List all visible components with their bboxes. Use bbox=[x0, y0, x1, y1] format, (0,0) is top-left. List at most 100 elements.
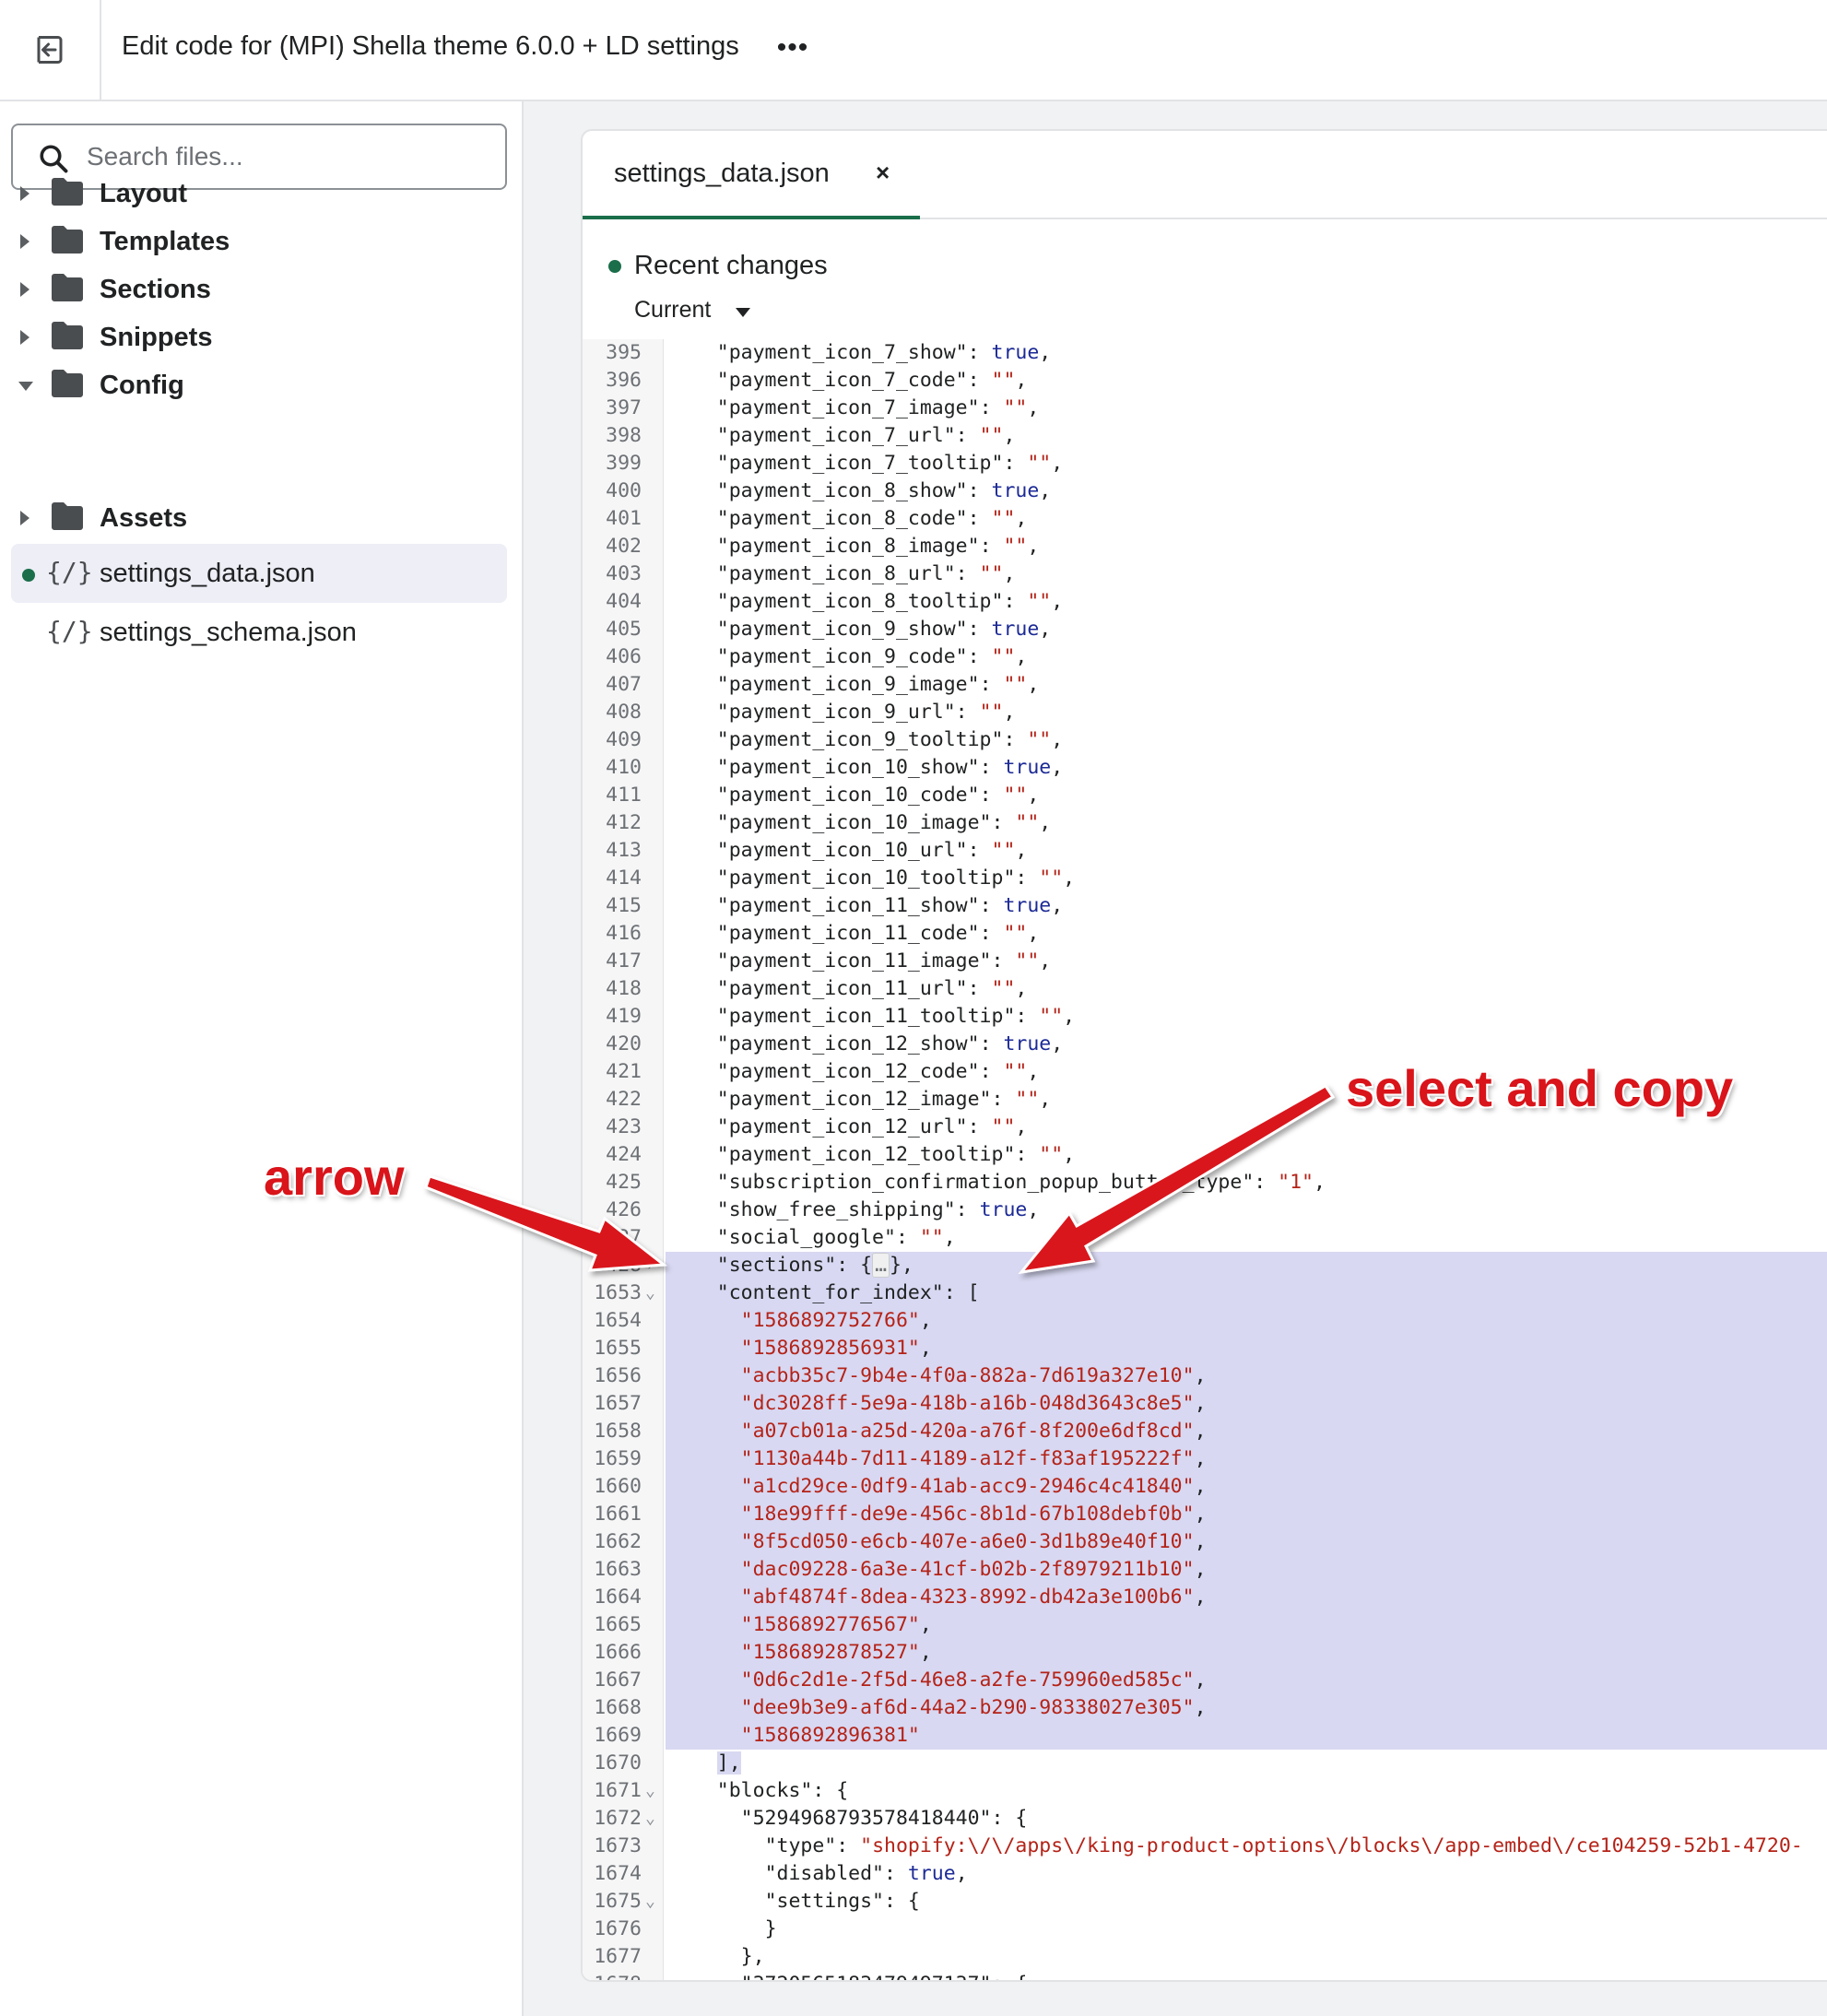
code-token: "subscription_confirmation_popup_button_… bbox=[716, 1171, 1255, 1194]
code-text: "type": "shopify:\/\/apps\/king-product-… bbox=[666, 1833, 1827, 1860]
code-token: , bbox=[919, 1309, 932, 1332]
code-token: true bbox=[1003, 1032, 1052, 1055]
code-token: , bbox=[1015, 977, 1028, 1000]
code-token: : bbox=[991, 811, 1016, 834]
line-number: 399 bbox=[606, 452, 642, 475]
code-token: ], bbox=[716, 1751, 741, 1774]
code-line: 404 "payment_icon_8_tooltip": "", bbox=[583, 588, 1827, 616]
code-line: 1657 "dc3028ff-5e9a-418b-a16b-048d3643c8… bbox=[583, 1390, 1827, 1418]
code-token: "payment_icon_12_show" bbox=[716, 1032, 980, 1055]
file-label: settings_data.json bbox=[100, 559, 315, 588]
code-text: "payment_icon_10_tooltip": "", bbox=[666, 865, 1827, 892]
code-token: : bbox=[955, 562, 980, 585]
code-token: : bbox=[1003, 452, 1028, 475]
exit-button[interactable] bbox=[0, 0, 101, 100]
folder-assets[interactable]: Assets bbox=[0, 490, 524, 546]
code-line: 1674 "disabled": true, bbox=[583, 1860, 1827, 1888]
fold-toggle-icon[interactable]: ⌄ bbox=[645, 1805, 662, 1833]
folder-config[interactable]: Config bbox=[0, 358, 524, 413]
fold-toggle-icon[interactable]: ⌄ bbox=[645, 1279, 662, 1307]
code-token: "shopify:\/\/apps\/king-product-options\… bbox=[860, 1834, 1803, 1857]
code-token: : bbox=[979, 535, 1004, 558]
code-token: true bbox=[1003, 756, 1052, 779]
file-item-settings-data-json[interactable]: {/} settings_data.json bbox=[11, 544, 507, 603]
code-line: 1669 "1586892896381" bbox=[583, 1722, 1827, 1750]
code-token: : { bbox=[884, 1890, 920, 1913]
code-token: , bbox=[1003, 701, 1016, 724]
folder-label: Assets bbox=[100, 503, 188, 533]
code-token: : bbox=[1254, 1171, 1279, 1194]
code-token: "1586892752766" bbox=[740, 1309, 920, 1332]
folder-label: Templates bbox=[100, 227, 230, 256]
line-number: 1674 bbox=[594, 1862, 642, 1885]
tab-settings-data[interactable]: settings_data.json × bbox=[583, 131, 920, 219]
code-line: 428 › "sections": {…}, bbox=[583, 1252, 1827, 1279]
code-file-icon: {/} bbox=[46, 616, 93, 646]
code-token: "payment_icon_11_image" bbox=[716, 949, 992, 973]
code-token: , bbox=[1027, 673, 1040, 696]
fold-toggle-icon[interactable]: › bbox=[645, 1252, 662, 1279]
code-token: "payment_icon_8_url" bbox=[716, 562, 956, 585]
code-text: "payment_icon_11_show": true, bbox=[666, 892, 1827, 920]
folder-snippets[interactable]: Snippets bbox=[0, 310, 524, 365]
code-token: , bbox=[1051, 894, 1064, 917]
code-token: , bbox=[1063, 867, 1076, 890]
code-token: , bbox=[1027, 396, 1040, 419]
fold-toggle-icon[interactable]: ⌄ bbox=[645, 1971, 662, 1980]
code-token: "" bbox=[1039, 1143, 1064, 1166]
chevron-down-icon bbox=[18, 382, 33, 391]
line-number: 405 bbox=[606, 618, 642, 641]
code-token: "" bbox=[1003, 1060, 1028, 1083]
code-token: "" bbox=[979, 701, 1004, 724]
line-number: 409 bbox=[606, 728, 642, 751]
code-token: "" bbox=[1003, 922, 1028, 945]
more-actions-button[interactable]: ••• bbox=[772, 28, 813, 68]
code-line: 1672 ⌄ "5294968793578418440": { bbox=[583, 1805, 1827, 1833]
code-line: 409 "payment_icon_9_tooltip": "", bbox=[583, 726, 1827, 754]
line-number: 1675 bbox=[594, 1890, 642, 1913]
file-item-settings-schema-json[interactable]: {/} settings_schema.json bbox=[0, 603, 524, 662]
code-text: "payment_icon_11_url": "", bbox=[666, 975, 1827, 1003]
code-token: "1" bbox=[1278, 1171, 1314, 1194]
code-token: "payment_icon_12_tooltip" bbox=[716, 1143, 1016, 1166]
code-text: "payment_icon_9_code": "", bbox=[666, 643, 1827, 671]
code-editor[interactable]: 395 "payment_icon_7_show": true, 396 "pay… bbox=[583, 339, 1827, 1980]
code-token: , bbox=[1027, 535, 1040, 558]
code-token: : bbox=[991, 1088, 1016, 1111]
code-token: true bbox=[991, 341, 1040, 364]
code-token: : bbox=[979, 894, 1004, 917]
folded-ellipsis[interactable]: … bbox=[872, 1253, 890, 1278]
fold-toggle-icon[interactable]: ⌄ bbox=[645, 1777, 662, 1805]
code-line: 407 "payment_icon_9_image": "", bbox=[583, 671, 1827, 699]
code-token: true bbox=[907, 1862, 956, 1885]
line-number: 411 bbox=[606, 784, 642, 807]
code-token: , bbox=[1051, 590, 1064, 613]
code-token: , bbox=[919, 1641, 932, 1664]
code-text: "payment_icon_11_image": "", bbox=[666, 948, 1827, 975]
close-tab-button[interactable]: × bbox=[876, 159, 890, 187]
line-number: 427 bbox=[606, 1226, 642, 1249]
code-token: "payment_icon_10_tooltip" bbox=[716, 867, 1016, 890]
code-text: "3720565183479497137": { bbox=[666, 1971, 1827, 1980]
code-token: "" bbox=[979, 424, 1004, 447]
code-token: "payment_icon_9_code" bbox=[716, 645, 968, 668]
code-text: "1586892856931", bbox=[666, 1335, 1827, 1362]
folder-layout[interactable]: Layout bbox=[0, 166, 524, 221]
code-line: 408 "payment_icon_9_url": "", bbox=[583, 699, 1827, 726]
code-text: "dc3028ff-5e9a-418b-a16b-048d3643c8e5", bbox=[666, 1390, 1827, 1418]
folder-sections[interactable]: Sections bbox=[0, 262, 524, 317]
line-number: 1663 bbox=[594, 1558, 642, 1581]
code-token: "payment_icon_7_image" bbox=[716, 396, 980, 419]
code-token: , bbox=[1027, 922, 1040, 945]
code-text: "social_google": "", bbox=[666, 1224, 1827, 1252]
code-line: 1666 "1586892878527", bbox=[583, 1639, 1827, 1667]
fold-toggle-icon[interactable]: ⌄ bbox=[645, 1888, 662, 1916]
code-token: "dc3028ff-5e9a-418b-a16b-048d3643c8e5" bbox=[740, 1392, 1195, 1415]
code-token: , bbox=[1194, 1447, 1207, 1470]
folder-templates[interactable]: Templates bbox=[0, 214, 524, 269]
